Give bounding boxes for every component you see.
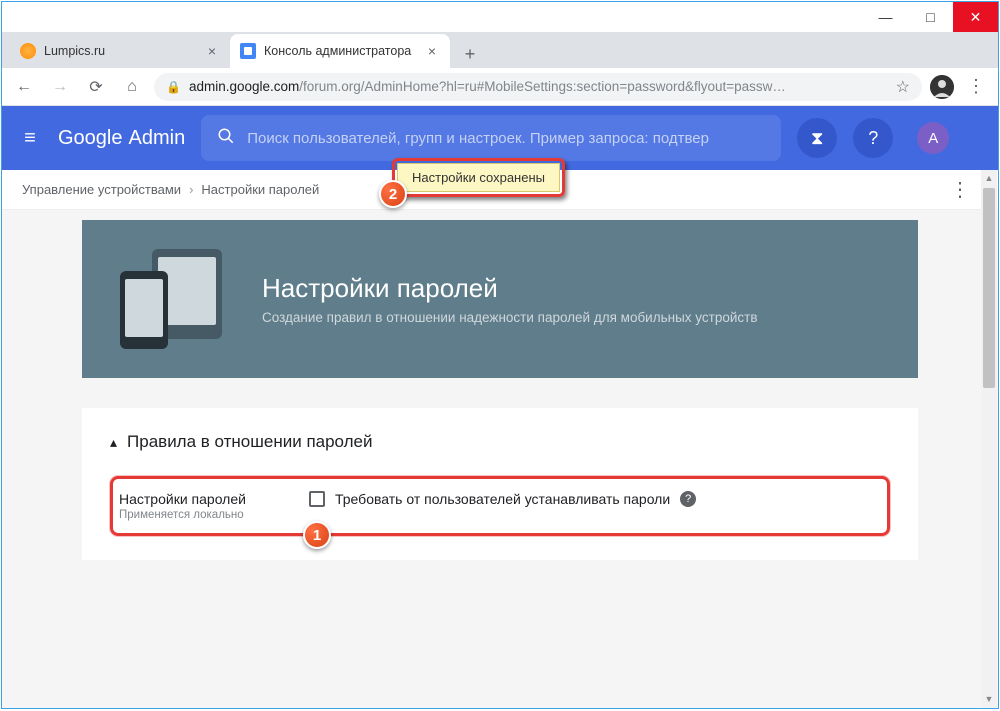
password-setting-row: Настройки паролей Применяется локально Т…	[110, 476, 890, 536]
scroll-down-icon[interactable]: ▼	[981, 691, 997, 707]
browser-tabstrip: Lumpics.ru × Консоль администратора × +	[2, 32, 998, 68]
setting-title: Настройки паролей	[119, 491, 269, 507]
toast-notification: Настройки сохранены 2	[392, 158, 565, 197]
vertical-scrollbar[interactable]: ▲ ▼	[981, 170, 997, 707]
menu-icon[interactable]: ≡	[18, 127, 42, 150]
tab-close-icon[interactable]: ×	[204, 43, 220, 59]
lock-icon: 🔒	[166, 80, 181, 94]
chevron-up-icon: ▴	[110, 434, 117, 451]
app-logo[interactable]: Google Admin	[58, 127, 185, 150]
breadcrumb-item: Настройки паролей	[201, 182, 319, 197]
browser-tab[interactable]: Lumpics.ru ×	[10, 34, 230, 68]
browser-tab-active[interactable]: Консоль администратора ×	[230, 34, 450, 68]
toast-text: Настройки сохранены	[397, 163, 560, 192]
hero-banner: Настройки паролей Создание правил в отно…	[82, 220, 918, 378]
forward-button[interactable]: →	[46, 73, 74, 101]
callout-badge-1: 1	[303, 521, 331, 549]
tab-title: Консоль администратора	[264, 44, 411, 58]
page-title: Настройки паролей	[262, 273, 758, 304]
favicon-icon	[20, 43, 36, 59]
favicon-icon	[240, 43, 256, 59]
address-bar[interactable]: 🔒 admin.google.com/forum.org/AdminHome?h…	[154, 73, 922, 101]
card-title: Правила в отношении паролей	[127, 432, 372, 452]
scrollbar-thumb[interactable]	[983, 188, 995, 388]
tab-close-icon[interactable]: ×	[424, 43, 440, 59]
card-header[interactable]: ▴ Правила в отношении паролей	[110, 432, 890, 452]
settings-card: ▴ Правила в отношении паролей Настройки …	[82, 408, 918, 560]
new-tab-button[interactable]: +	[456, 40, 484, 68]
chevron-right-icon: ›	[189, 182, 193, 197]
browser-toolbar: ← → ⟳ ⌂ 🔒 admin.google.com/forum.org/Adm…	[2, 68, 998, 106]
home-button[interactable]: ⌂	[118, 73, 146, 101]
tab-title: Lumpics.ru	[44, 44, 105, 58]
more-options-button[interactable]: ⋮	[942, 177, 978, 202]
devices-icon	[112, 249, 232, 349]
page-content: Настройки паролей Создание правил в отно…	[2, 210, 998, 708]
profile-avatar[interactable]	[930, 75, 954, 99]
search-icon	[217, 127, 235, 150]
help-tooltip-icon[interactable]: ?	[680, 491, 696, 507]
require-password-checkbox[interactable]	[309, 491, 325, 507]
account-avatar[interactable]: А	[917, 122, 949, 154]
search-input[interactable]: Поиск пользователей, групп и настроек. П…	[201, 115, 781, 161]
help-icon[interactable]: ?	[853, 118, 893, 158]
window-titlebar: — □ ✕	[2, 2, 998, 32]
window-minimize-button[interactable]: —	[863, 2, 908, 32]
checkbox-label: Требовать от пользователей устанавливать…	[335, 491, 670, 507]
browser-menu-button[interactable]: ⋮	[962, 76, 990, 97]
page-subtitle: Создание правил в отношении надежности п…	[262, 310, 758, 325]
reload-button[interactable]: ⟳	[82, 73, 110, 101]
setting-subtitle: Применяется локально	[119, 509, 269, 521]
scroll-up-icon[interactable]: ▲	[981, 170, 997, 186]
window-maximize-button[interactable]: □	[908, 2, 953, 32]
search-placeholder: Поиск пользователей, групп и настроек. П…	[247, 130, 709, 147]
breadcrumb-item[interactable]: Управление устройствами	[22, 182, 181, 197]
callout-badge-2: 2	[379, 180, 407, 208]
hourglass-icon[interactable]: ⧗	[797, 118, 837, 158]
window-close-button[interactable]: ✕	[953, 2, 998, 32]
bookmark-icon[interactable]: ☆	[896, 77, 910, 97]
back-button[interactable]: ←	[10, 73, 38, 101]
url-text: admin.google.com/forum.org/AdminHome?hl=…	[189, 79, 888, 94]
